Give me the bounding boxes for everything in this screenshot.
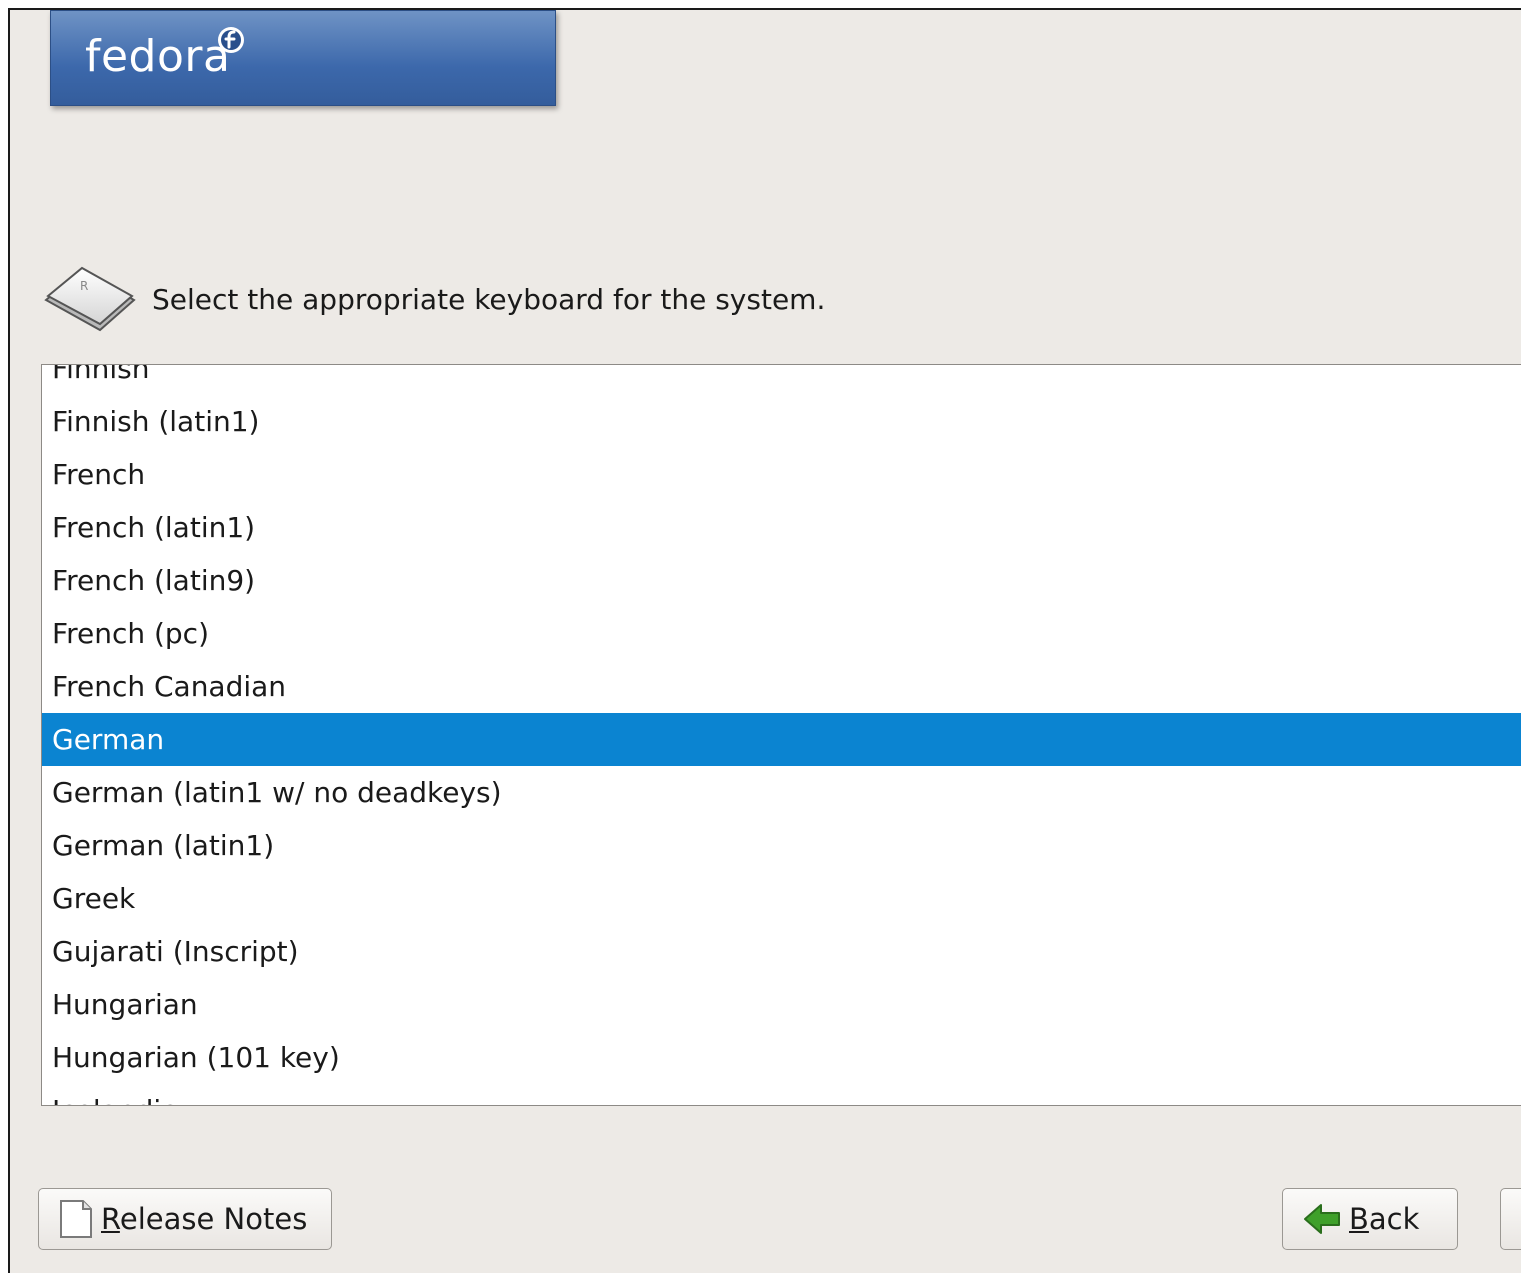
release-notes-mnemonic: R	[101, 1202, 120, 1236]
keyboard-layout-item[interactable]: French (latin1)	[42, 501, 1521, 554]
installer-window: fedora R Select the appropriate keyboard…	[8, 8, 1521, 1273]
back-label-rest: ack	[1368, 1202, 1420, 1236]
keyboard-layout-item[interactable]: French	[42, 448, 1521, 501]
back-arrow-icon	[1304, 1204, 1340, 1234]
release-notes-button[interactable]: Release Notes	[38, 1188, 332, 1250]
keyboard-layout-item[interactable]: Finnish	[42, 365, 1521, 395]
keyboard-layout-item[interactable]: German (latin1)	[42, 819, 1521, 872]
keyboard-layout-item[interactable]: Hungarian	[42, 978, 1521, 1031]
document-icon	[60, 1200, 92, 1238]
keyboard-layout-list-rows: Finnish Finnish (latin1) French French (lat…	[42, 365, 1521, 1105]
keyboard-layout-item[interactable]: Finnish (latin1)	[42, 395, 1521, 448]
back-button[interactable]: Back	[1282, 1188, 1458, 1250]
keyboard-layout-item[interactable]: French (pc)	[42, 607, 1521, 660]
svg-text:R: R	[80, 279, 88, 293]
release-notes-label-rest: elease Notes	[119, 1202, 308, 1236]
keyboard-key-icon: R	[44, 266, 136, 332]
prompt-text: Select the appropriate keyboard for the …	[152, 282, 826, 316]
keyboard-layout-item[interactable]: Hungarian (101 key)	[42, 1031, 1521, 1084]
next-button[interactable]	[1500, 1188, 1521, 1250]
keyboard-layout-list[interactable]: Finnish Finnish (latin1) French French (lat…	[41, 364, 1521, 1106]
keyboard-layout-item[interactable]: Gujarati (Inscript)	[42, 925, 1521, 978]
fedora-infinity-icon	[218, 27, 244, 53]
release-notes-label: Release Notes	[101, 1202, 307, 1236]
back-mnemonic: B	[1349, 1202, 1369, 1236]
fedora-logo-text: fedora	[85, 31, 231, 82]
keyboard-layout-item[interactable]: German	[42, 713, 1521, 766]
back-label: Back	[1349, 1202, 1419, 1236]
fedora-banner: fedora	[50, 10, 556, 106]
keyboard-layout-item[interactable]: Greek	[42, 872, 1521, 925]
prompt-row: R Select the appropriate keyboard for th…	[42, 264, 825, 334]
keyboard-layout-item[interactable]: Icelandic	[42, 1084, 1521, 1105]
keyboard-layout-item[interactable]: French (latin9)	[42, 554, 1521, 607]
keyboard-layout-item[interactable]: German (latin1 w/ no deadkeys)	[42, 766, 1521, 819]
keyboard-layout-item[interactable]: French Canadian	[42, 660, 1521, 713]
